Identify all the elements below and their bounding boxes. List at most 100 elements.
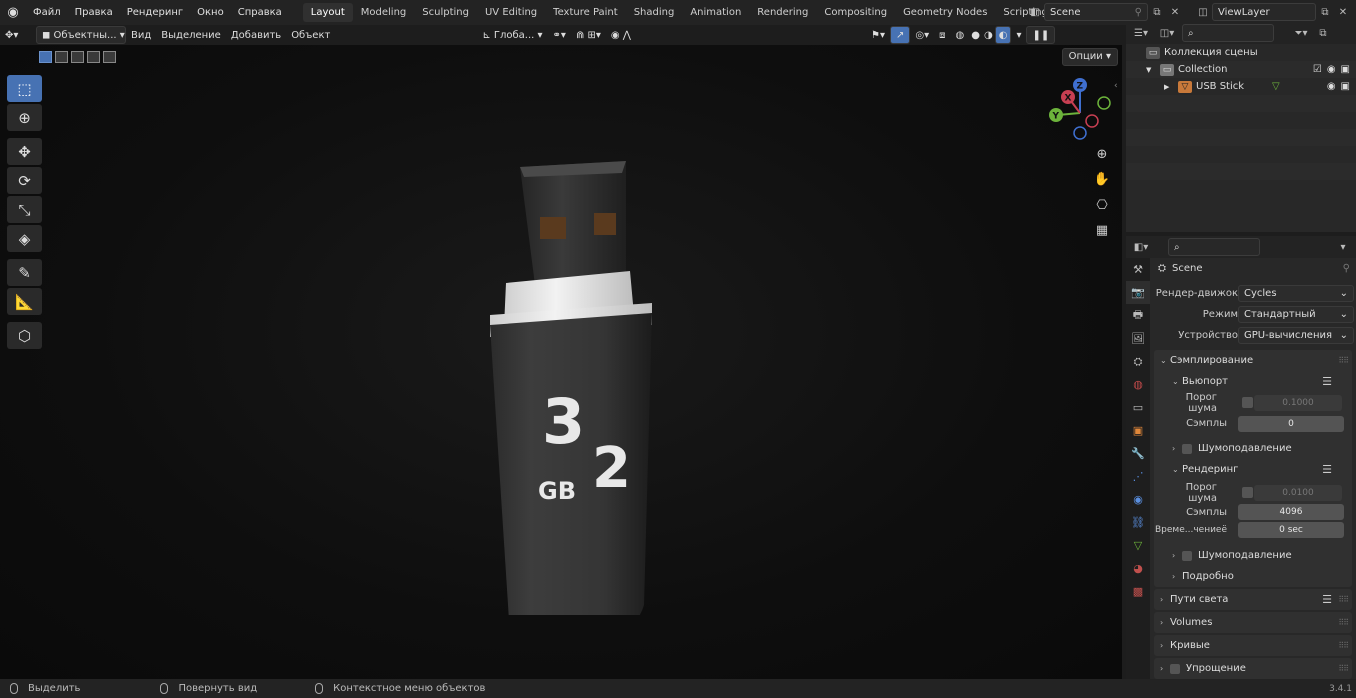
select-difference-icon[interactable] (87, 51, 100, 63)
constraints-tab-icon[interactable]: ⛓ (1126, 511, 1150, 534)
collapse-arrow-icon[interactable]: ▼ (1146, 66, 1160, 74)
data-tab-icon[interactable]: ▽ (1126, 534, 1150, 557)
shading-solid-icon[interactable]: ● (969, 26, 982, 44)
menu-view[interactable]: Вид (126, 26, 156, 44)
cursor-icon[interactable]: ⊕ (7, 104, 42, 131)
transform-orientation-dropdown[interactable]: ⊾ Глоба... ▾ (477, 26, 547, 44)
transform-icon[interactable]: ◈ (7, 225, 42, 252)
outliner-collection[interactable]: ▼ ▭ Collection ☑ ◉ ▣ (1126, 61, 1356, 78)
viewport-denoise-header[interactable]: › Шумоподавление (1154, 438, 1352, 459)
view-layer-tab-icon[interactable]: 🖼 (1126, 327, 1150, 350)
scene-name-field[interactable]: Scene ⚲ (1044, 3, 1148, 21)
tab-uv-editing[interactable]: UV Editing (477, 3, 545, 22)
tab-sculpting[interactable]: Sculpting (414, 3, 477, 22)
world-tab-icon[interactable]: ◍ (1126, 373, 1150, 396)
render-subpanel-header[interactable]: ⌄ Рендеринг ☰ (1154, 459, 1352, 480)
render-noise-threshold-field[interactable]: 0.0100 (1254, 484, 1342, 501)
measure-icon[interactable]: 📐 (7, 288, 42, 315)
new-collection-icon[interactable]: ⧉ (1314, 24, 1332, 42)
shading-options-icon[interactable]: ▾ (1011, 26, 1026, 44)
properties-search-input[interactable]: ⌕ (1168, 238, 1260, 256)
delete-view-layer-icon[interactable]: ✕ (1334, 3, 1352, 21)
collection-tab-icon[interactable]: ▭ (1126, 396, 1150, 419)
overlay-icon[interactable]: ◎▾ (910, 26, 934, 44)
simplify-panel[interactable]: › Упрощение ⠿⠿ (1154, 658, 1352, 679)
tool-tab-icon[interactable]: ⚒ (1126, 258, 1150, 281)
scale-icon[interactable]: ⤡ (7, 196, 42, 223)
editor-type-icon[interactable]: ✥▾ (0, 26, 36, 44)
camera-icon[interactable]: ▣ (1341, 64, 1350, 75)
eye-icon[interactable]: ◉ (1327, 64, 1336, 75)
menu-help[interactable]: Справка (231, 0, 289, 25)
device-dropdown[interactable]: GPU-вычисления ⌄ (1238, 327, 1354, 344)
drag-handle-icon[interactable]: ⠿⠿ (1338, 664, 1349, 673)
delete-scene-icon[interactable]: ✕ (1166, 3, 1184, 21)
properties-editor-type-icon[interactable]: ◧▾ (1132, 238, 1150, 256)
material-tab-icon[interactable]: ◕ (1126, 557, 1150, 580)
select-box-icon[interactable]: ⬚ (7, 75, 42, 102)
drag-handle-icon[interactable]: ⠿⠿ (1338, 595, 1349, 604)
move-icon[interactable]: ✥ (7, 138, 42, 165)
blender-logo-icon[interactable]: ◉ (0, 5, 26, 20)
usb-stick-model[interactable]: 3 2 GB (484, 115, 664, 615)
tab-compositing[interactable]: Compositing (816, 3, 895, 22)
select-intersect-icon[interactable] (103, 51, 116, 63)
ortho-grid-icon[interactable]: ▦ (1093, 223, 1111, 241)
outliner-editor-type-icon[interactable]: ☰▾ (1132, 24, 1150, 42)
zoom-icon[interactable]: ⊕ (1093, 147, 1111, 165)
physics-tab-icon[interactable]: ◉ (1126, 488, 1150, 511)
add-cube-icon[interactable]: ⬡ (7, 322, 42, 349)
mode-dropdown[interactable]: Стандартный ⌄ (1238, 306, 1354, 323)
new-scene-icon[interactable]: ⧉ (1148, 3, 1166, 21)
curves-panel[interactable]: › Кривые ⠿⠿ (1154, 635, 1352, 656)
3d-viewport[interactable]: ⬚ ⊕ ✥ ⟳ ⤡ ◈ ✎ 📐 ⬡ 3 2 GB Z Y X ⊕ ✋ ⎔ ▦ ‹ (0, 45, 1122, 679)
render-engine-dropdown[interactable]: Cycles ⌄ (1238, 285, 1354, 302)
pin-icon[interactable]: ⚲ (1343, 263, 1350, 274)
mesh-data-icon[interactable]: ▽ (1272, 81, 1280, 92)
advanced-header[interactable]: › Подробно (1154, 566, 1352, 587)
output-tab-icon[interactable]: 🖶 (1126, 304, 1150, 327)
shading-material-icon[interactable]: ◑ (982, 26, 995, 44)
gizmo-toggle-icon[interactable]: ↗ (890, 26, 911, 44)
tab-shading[interactable]: Shading (626, 3, 683, 22)
visibility-icon[interactable]: ⚑▾ (866, 26, 890, 44)
drag-handle-icon[interactable]: ⠿⠿ (1338, 641, 1349, 650)
checkbox-icon[interactable]: ☑ (1313, 64, 1322, 75)
shading-rendered-icon[interactable]: ◐ (994, 26, 1012, 44)
pan-hand-icon[interactable]: ✋ (1093, 172, 1111, 190)
options-dropdown[interactable]: Опции ▾ (1061, 48, 1118, 66)
shading-wireframe-icon[interactable]: ◍ (951, 26, 970, 44)
denoise-checkbox[interactable] (1182, 550, 1192, 561)
render-tab-icon[interactable]: 📷 (1126, 281, 1150, 304)
tab-texture-paint[interactable]: Texture Paint (545, 3, 626, 22)
menu-select[interactable]: Выделение (156, 26, 226, 44)
noise-threshold-checkbox[interactable] (1242, 397, 1253, 408)
pause-render-icon[interactable]: ❚❚ (1026, 26, 1056, 44)
sampling-header[interactable]: ⌄ Сэмплирование ⠿⠿ (1154, 350, 1352, 371)
select-subtract-icon[interactable] (71, 51, 84, 63)
volumes-panel[interactable]: › Volumes ⠿⠿ (1154, 612, 1352, 633)
tab-rendering[interactable]: Rendering (749, 3, 816, 22)
object-tab-icon[interactable]: ▣ (1126, 419, 1150, 442)
presets-list-icon[interactable]: ☰ (1322, 375, 1332, 388)
scene-browse-icon[interactable]: ◧ (1026, 3, 1044, 21)
mode-dropdown[interactable]: ◼ Объектны... ▾ (36, 26, 126, 44)
menu-edit[interactable]: Правка (68, 0, 120, 25)
camera-icon[interactable]: ▣ (1341, 81, 1350, 92)
texture-tab-icon[interactable]: ▩ (1126, 580, 1150, 603)
drag-handle-icon[interactable]: ⠿⠿ (1338, 356, 1349, 365)
viewport-samples-field[interactable]: 0 (1238, 415, 1344, 432)
camera-view-icon[interactable]: ⎔ (1093, 198, 1111, 216)
view-layer-field[interactable]: ViewLayer (1212, 3, 1316, 21)
select-new-icon[interactable] (39, 51, 52, 63)
menu-add[interactable]: Добавить (226, 26, 286, 44)
xray-icon[interactable]: ⧈ (934, 26, 950, 44)
menu-render[interactable]: Рендеринг (120, 0, 190, 25)
tab-animation[interactable]: Animation (682, 3, 749, 22)
drag-handle-icon[interactable]: ⠿⠿ (1338, 618, 1349, 627)
properties-options-icon[interactable]: ▾ (1334, 238, 1352, 256)
render-samples-field[interactable]: 4096 (1238, 504, 1344, 520)
menu-object[interactable]: Объект (286, 26, 335, 44)
presets-list-icon[interactable]: ☰ (1322, 463, 1332, 476)
presets-list-icon[interactable]: ☰ (1322, 593, 1332, 606)
